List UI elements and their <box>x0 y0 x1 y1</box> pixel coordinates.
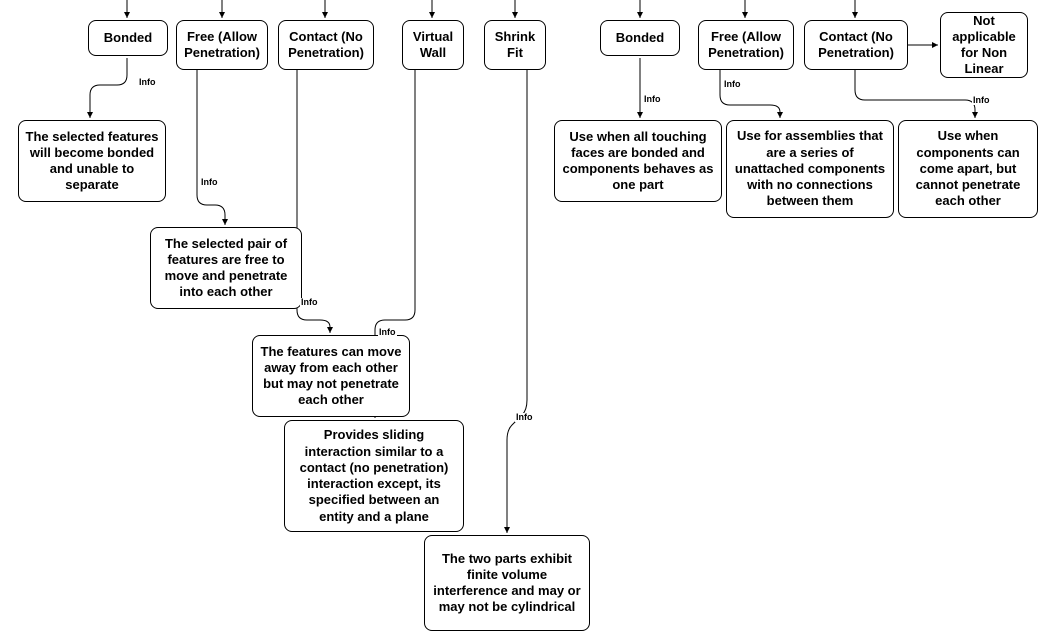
info-text: Use for assemblies that are a series of … <box>733 128 887 209</box>
node-label: Contact (No Penetration) <box>285 29 367 62</box>
node-label: Free (Allow Penetration) <box>705 29 787 62</box>
node-label: Bonded <box>104 30 152 46</box>
info-text: Provides sliding interaction similar to … <box>291 427 457 525</box>
info-text: Use when components can come apart, but … <box>905 128 1031 209</box>
edge-label-info: Info <box>300 298 319 307</box>
node-left-bonded: Bonded <box>88 20 168 56</box>
infobox-left-free: The selected pair of features are free t… <box>150 227 302 309</box>
diagram-canvas: Bonded Free (Allow Penetration) Contact … <box>0 0 1049 643</box>
node-left-virtual: Virtual Wall <box>402 20 464 70</box>
infobox-left-virtual: Provides sliding interaction similar to … <box>284 420 464 532</box>
edge-label-info: Info <box>200 178 219 187</box>
info-text: The two parts exhibit finite volume inte… <box>431 551 583 616</box>
info-text: Use when all touching faces are bonded a… <box>561 129 715 194</box>
node-left-contact: Contact (No Penetration) <box>278 20 374 70</box>
node-label: Virtual Wall <box>409 29 457 62</box>
infobox-right-bonded: Use when all touching faces are bonded a… <box>554 120 722 202</box>
infobox-right-free: Use for assemblies that are a series of … <box>726 120 894 218</box>
info-text: The selected features will become bonded… <box>25 129 159 194</box>
node-right-na: Not applicable for Non Linear <box>940 12 1028 78</box>
edge-label-info: Info <box>138 78 157 87</box>
info-text: The selected pair of features are free t… <box>157 236 295 301</box>
node-label: Free (Allow Penetration) <box>183 29 261 62</box>
edge-label-info: Info <box>378 328 397 337</box>
infobox-left-shrink: The two parts exhibit finite volume inte… <box>424 535 590 631</box>
edge-label-info: Info <box>972 96 991 105</box>
edge-label-info: Info <box>643 95 662 104</box>
info-text: The features can move away from each oth… <box>259 344 403 409</box>
node-label: Contact (No Penetration) <box>811 29 901 62</box>
node-label: Shrink Fit <box>491 29 539 62</box>
node-right-bonded: Bonded <box>600 20 680 56</box>
edge-label-info: Info <box>515 413 534 422</box>
edge-label-info: Info <box>723 80 742 89</box>
node-left-free: Free (Allow Penetration) <box>176 20 268 70</box>
infobox-left-contact: The features can move away from each oth… <box>252 335 410 417</box>
node-right-free: Free (Allow Penetration) <box>698 20 794 70</box>
infobox-right-contact: Use when components can come apart, but … <box>898 120 1038 218</box>
node-left-shrink: Shrink Fit <box>484 20 546 70</box>
node-right-contact: Contact (No Penetration) <box>804 20 908 70</box>
node-label: Not applicable for Non Linear <box>947 13 1021 78</box>
node-label: Bonded <box>616 30 664 46</box>
infobox-left-bonded: The selected features will become bonded… <box>18 120 166 202</box>
